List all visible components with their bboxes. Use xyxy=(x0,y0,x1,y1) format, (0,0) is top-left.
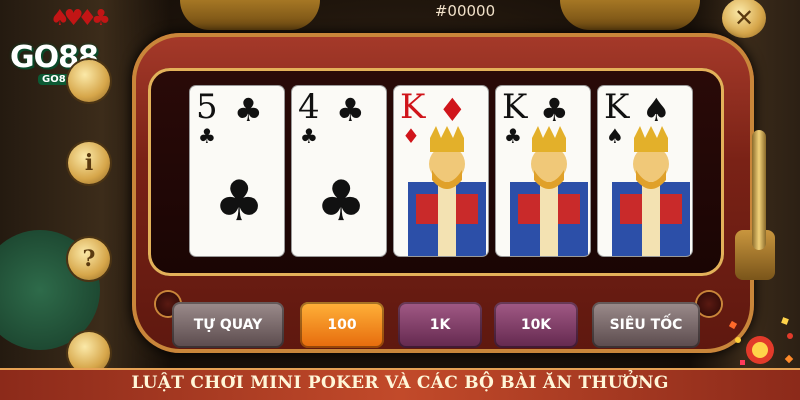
card-rank: K xyxy=(400,87,426,127)
card-rank: K xyxy=(502,87,528,127)
club-icon: ♣ xyxy=(300,124,318,148)
club-icon: ♣ xyxy=(336,91,365,129)
card-rank: 5 xyxy=(196,87,218,127)
top-ornament-right xyxy=(560,0,700,30)
help-button[interactable]: ? xyxy=(68,238,110,280)
bet-100-button[interactable]: 100 xyxy=(300,302,384,348)
club-icon: ♣ xyxy=(198,124,216,148)
club-icon: ♣ xyxy=(214,169,265,234)
auto-spin-button[interactable]: TỰ QUAY xyxy=(172,302,284,348)
info-button[interactable]: i xyxy=(68,142,110,184)
top-ornament-left xyxy=(180,0,320,30)
card-2[interactable]: 4 ♣ ♣ ♣ xyxy=(292,86,386,256)
jackpot-counter: #00000 xyxy=(434,2,496,20)
bet-10k-button[interactable]: 10K xyxy=(494,302,578,348)
card-rank: 4 xyxy=(298,87,320,127)
club-icon: ♣ xyxy=(234,91,263,129)
spade-icon: ♠ xyxy=(606,124,624,148)
card-1[interactable]: 5 ♣ ♣ ♣ xyxy=(190,86,284,256)
diamond-icon: ♦ xyxy=(438,91,467,129)
right-knob xyxy=(697,292,721,316)
card-3[interactable]: K ♦ ♦ xyxy=(394,86,488,256)
club-icon: ♣ xyxy=(316,169,367,234)
bet-1k-button[interactable]: 1K xyxy=(398,302,482,348)
card-4[interactable]: K ♣ ♣ xyxy=(496,86,590,256)
club-icon: ♣ xyxy=(540,91,569,129)
menu-button[interactable] xyxy=(68,60,110,102)
spin-lever[interactable] xyxy=(752,130,766,250)
club-icon: ♣ xyxy=(504,124,522,148)
logo-cards-icon: ♠♥♦♣ xyxy=(50,6,111,31)
card-5[interactable]: K ♠ ♠ xyxy=(598,86,692,256)
card-rank: K xyxy=(604,87,630,127)
banner-title: LUẬT CHƠI MINI POKER VÀ CÁC BỘ BÀI ĂN TH… xyxy=(131,373,669,393)
diamond-icon: ♦ xyxy=(402,124,420,148)
spade-icon: ♠ xyxy=(642,91,671,129)
turbo-button[interactable]: SIÊU TỐC xyxy=(592,302,700,348)
